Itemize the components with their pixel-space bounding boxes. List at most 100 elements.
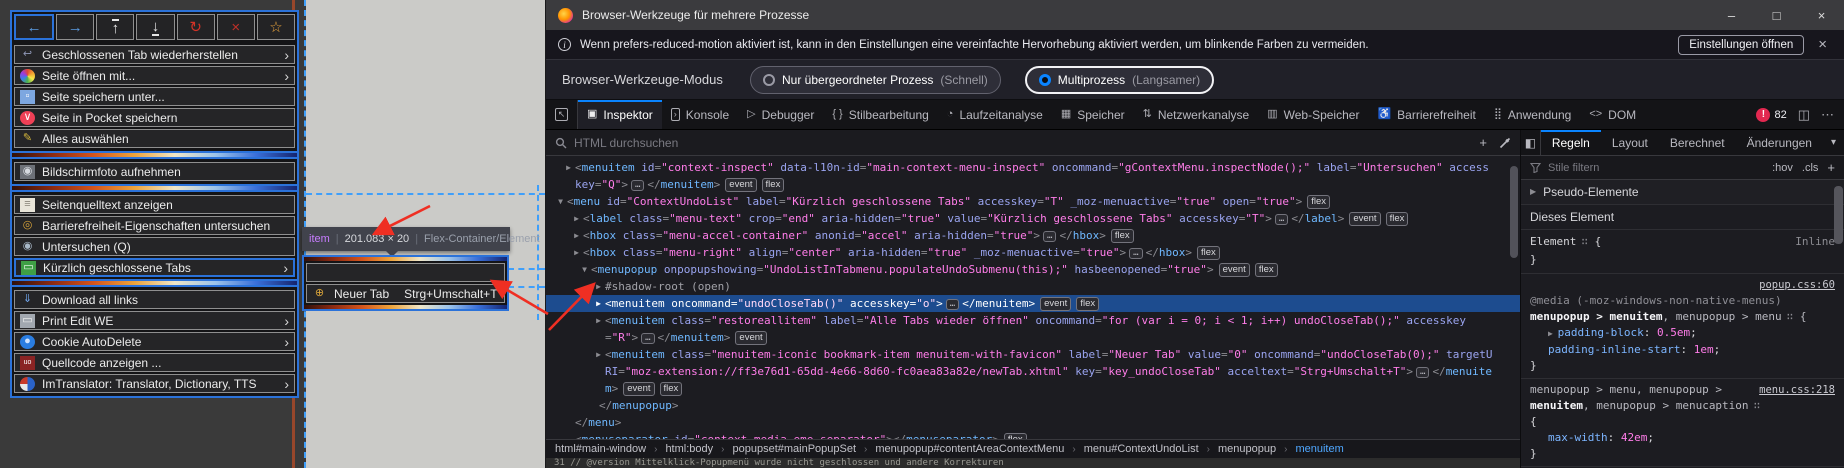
inline-expander[interactable]: … — [641, 333, 654, 344]
menu-item-geschlossenen-tab-wiederherstellen[interactable]: ↩Geschlossenen Tab wiederherstellen› — [14, 45, 295, 64]
breadcrumb-item[interactable]: popupset#mainPopupSet — [732, 443, 856, 455]
tab-konsole[interactable]: ›Konsole — [662, 100, 738, 129]
sidebar-tab-änderungen[interactable]: Änderungen — [1736, 130, 1823, 155]
error-badge[interactable]: !82 — [1756, 108, 1786, 122]
markup-line[interactable]: ▶<label class="menu-text" crop="end" ari… — [546, 210, 1520, 227]
badge-event[interactable]: event — [1219, 263, 1250, 277]
markup-line[interactable]: ▼<menu id="ContextUndoList" label="Kürzl… — [546, 193, 1520, 210]
back-button[interactable]: ← — [14, 14, 54, 40]
rule-selector[interactable]: menupopup > menuitem, menupopup > menu∷ … — [1521, 309, 1844, 325]
badge-event[interactable]: event — [623, 382, 654, 396]
mode-option-nur-übergeordneter-prozess[interactable]: Nur übergeordneter Prozess (Schnell) — [750, 66, 1001, 94]
badge-flex[interactable]: flex — [1386, 212, 1409, 226]
tab-dom[interactable]: <>DOM — [1580, 100, 1645, 129]
markup-scrollbar-thumb[interactable] — [1510, 166, 1518, 258]
badge-event[interactable]: event — [725, 178, 756, 192]
css-declaration[interactable]: ▶ padding-block: 0.5em; — [1521, 325, 1844, 342]
close-button[interactable]: × — [1799, 0, 1844, 30]
markup-line[interactable]: </menu> — [546, 414, 1520, 431]
menu-item-imtranslator-translator-dictionary-tts[interactable]: ImTranslator: Translator, Dictionary, TT… — [14, 374, 295, 393]
split-console-icon[interactable]: ◫ — [1798, 108, 1810, 121]
maximize-button[interactable]: □ — [1754, 0, 1799, 30]
tab-barrierefreiheit[interactable]: ♿Barrierefreiheit — [1368, 100, 1484, 129]
submenu-item-empty[interactable] — [306, 263, 505, 282]
tab-inspektor[interactable]: ▣Inspektor — [578, 100, 662, 129]
class-toggle[interactable]: .cls — [1802, 162, 1819, 174]
badge-event[interactable]: event — [1040, 297, 1071, 311]
menu-item-seite-in-pocket-speichern[interactable]: ∨Seite in Pocket speichern — [14, 108, 295, 127]
menu-item-quellcode-anzeigen[interactable]: uoQuellcode anzeigen ... — [14, 353, 295, 372]
submenu-item-neuer-tab[interactable]: ⊕Neuer TabStrg+Umschalt+T — [306, 284, 505, 303]
stylesheet-link[interactable]: popup.css:60 — [1759, 279, 1835, 291]
add-rule-button[interactable]: + — [1827, 160, 1835, 175]
expand-arrow-icon[interactable]: ▶ — [570, 227, 583, 244]
badge-flex[interactable]: flex — [1197, 246, 1220, 260]
tab-debugger[interactable]: ▷Debugger — [738, 100, 823, 129]
window-titlebar[interactable]: Browser-Werkzeuge für mehrere Prozesse –… — [546, 0, 1844, 30]
badge-flex[interactable]: flex — [1255, 263, 1278, 277]
markup-line[interactable]: <menuseparator id="context-media-eme-sep… — [546, 431, 1520, 439]
inline-expander[interactable]: … — [946, 299, 959, 310]
menu-item-print-edit-we[interactable]: ▭Print Edit WE› — [14, 311, 295, 330]
sidebar-tab-layout[interactable]: Layout — [1601, 130, 1659, 155]
style-filter-input[interactable]: Stile filtern — [1548, 162, 1599, 174]
expand-arrow-icon[interactable]: ▶ — [592, 312, 605, 329]
sidebar-tab-regeln[interactable]: Regeln — [1541, 130, 1601, 155]
tab-netzwerkanalyse[interactable]: ⇅Netzwerkanalyse — [1134, 100, 1259, 129]
menu-item-kürzlich-geschlossene-tabs[interactable]: ▭Kürzlich geschlossene Tabs› — [14, 258, 295, 277]
markup-line[interactable]: ▶<hbox class="menu-right" align="center"… — [546, 244, 1520, 261]
pseudo-elements-header[interactable]: ▶Pseudo-Elemente — [1521, 180, 1844, 205]
expand-arrow-icon[interactable]: ▼ — [554, 193, 567, 210]
badge-flex[interactable]: flex — [762, 178, 785, 192]
tab-anwendung[interactable]: ⣿Anwendung — [1485, 100, 1580, 129]
badge-flex[interactable]: flex — [1111, 229, 1134, 243]
tab-laufzeitanalyse[interactable]: ◔Laufzeitanalyse — [938, 100, 1052, 129]
infobar-close-icon[interactable]: × — [1813, 36, 1832, 53]
markup-line[interactable]: ▶<menuitem oncommand="undoCloseTab()" ac… — [546, 295, 1520, 312]
inline-expander[interactable]: … — [1043, 231, 1056, 242]
inline-expander[interactable]: … — [1275, 214, 1288, 225]
close-tab-button[interactable]: × — [217, 14, 255, 40]
menu-item-untersuchen-q[interactable]: ◉Untersuchen (Q) — [14, 237, 295, 256]
breadcrumb-item[interactable]: menuitem — [1295, 443, 1343, 455]
breadcrumb-item[interactable]: html#main-window — [555, 443, 646, 455]
rules-scrollbar-thumb[interactable] — [1834, 186, 1843, 244]
markup-line[interactable]: </menupopup> — [546, 397, 1520, 414]
rule-selector[interactable]: Element∷ {Inline — [1521, 233, 1844, 251]
mode-option-multiprozess[interactable]: Multiprozess (Langsamer) — [1025, 66, 1214, 94]
markup-line[interactable]: ▼<menupopup onpopupshowing="UndoListInTa… — [546, 261, 1520, 278]
badge-event[interactable]: event — [1349, 212, 1380, 226]
badge-flex[interactable]: flex — [1004, 433, 1027, 439]
meatball-menu-icon[interactable]: ⋯ — [1821, 108, 1834, 121]
eyedropper-icon[interactable] — [1499, 137, 1511, 149]
expand-arrow-icon[interactable]: ▶ — [562, 159, 575, 176]
menu-item-barrierefreiheit-eigenschaften-untersuchen[interactable]: ◎Barrierefreiheit-Eigenschaften untersuc… — [14, 216, 295, 235]
download-button[interactable]: ↓ — [136, 14, 174, 40]
expand-arrow-icon[interactable]: ▶ — [570, 244, 583, 261]
search-input[interactable]: HTML durchsuchen — [574, 136, 1472, 150]
reload-button[interactable]: ↻ — [177, 14, 215, 40]
badge-event[interactable]: event — [735, 331, 766, 345]
breadcrumb-item[interactable]: html:body — [665, 443, 713, 455]
menu-item-seite-speichern-unter[interactable]: ▫Seite speichern unter... — [14, 87, 295, 106]
pseudo-hov-toggle[interactable]: :hov — [1772, 162, 1793, 174]
sidebar-tab-berechnet[interactable]: Berechnet — [1659, 130, 1736, 155]
menu-item-seitenquelltext-anzeigen[interactable]: ≡Seitenquelltext anzeigen — [14, 195, 295, 214]
expand-arrow-icon[interactable]: ▶ — [592, 295, 605, 312]
markup-line[interactable]: ▶#shadow-root (open) — [546, 278, 1520, 295]
menu-item-seite-öffnen-mit[interactable]: Seite öffnen mit...› — [14, 66, 295, 85]
scroll-top-button[interactable]: ↑ — [96, 14, 134, 40]
menu-item-bildschirmfoto-aufnehmen[interactable]: ◉Bildschirmfoto aufnehmen — [14, 162, 295, 181]
add-node-icon[interactable]: + — [1479, 135, 1487, 150]
inline-expander[interactable]: … — [1416, 367, 1429, 378]
expand-arrow-icon[interactable]: ▼ — [578, 261, 591, 278]
tab-web-speicher[interactable]: ▥Web-Speicher — [1258, 100, 1368, 129]
badge-flex[interactable]: flex — [1307, 195, 1330, 209]
expand-arrow-icon[interactable]: ▶ — [592, 346, 605, 363]
forward-button[interactable]: → — [56, 14, 94, 40]
badge-flex[interactable]: flex — [1076, 297, 1099, 311]
markup-line[interactable]: ▶<menuitem class="menuitem-iconic bookma… — [546, 346, 1520, 397]
tab-stilbearbeitung[interactable]: { }Stilbearbeitung — [823, 100, 937, 129]
markup-line[interactable]: ▶<menuitem id="context-inspect" data-l10… — [546, 159, 1520, 193]
css-declaration[interactable]: padding-inline-start: 1em; — [1521, 342, 1844, 358]
